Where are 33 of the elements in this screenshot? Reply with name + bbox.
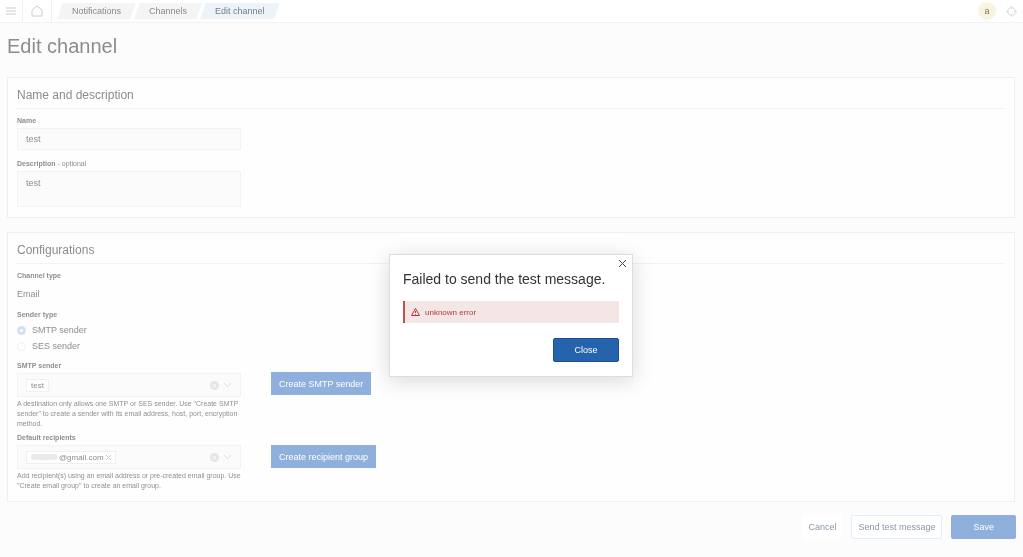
close-button[interactable]: Close [553,338,619,362]
radio-button[interactable] [17,325,26,335]
clear-icon[interactable] [210,380,219,390]
radio-label: SMTP sender [32,325,87,335]
create-recipient-group-button[interactable]: Create recipient group [271,445,377,469]
home-icon[interactable] [31,5,43,17]
footer-button[interactable]: Save [951,515,1016,539]
section-title: Name and description [17,88,1005,109]
footer-button[interactable]: Send test message [851,515,943,539]
breadcrumb-link[interactable]: Notifications [57,3,136,19]
user-avatar[interactable]: a [978,2,996,20]
channel-type-value: Email [17,289,40,299]
create-smtp-sender-button[interactable]: Create SMTP sender [271,372,372,395]
radio-label: SES sender [32,341,81,351]
breadcrumb-link[interactable]: Channels [134,3,202,19]
page-title: Edit channel [7,35,119,59]
warning-icon [411,308,420,316]
name-input-field[interactable]: test [17,128,241,150]
remove-icon[interactable] [105,454,111,460]
breadcrumb-link[interactable]: Edit channel [200,3,280,19]
dialog-title: Failed to send the test message. [403,271,607,287]
email-text: @gmail.com [59,452,104,462]
smtp-sender-select[interactable]: test [17,373,241,397]
radio-option[interactable]: SES sender [17,338,81,354]
error-text: unknown error [425,307,477,317]
clear-icon[interactable] [210,452,219,462]
description-input-field[interactable]: test [17,171,241,207]
recipients-select[interactable]: @gmail.com [17,445,241,470]
selected-chip: test [26,378,49,392]
chevron-down-icon[interactable] [223,382,232,388]
chevron-down-icon[interactable] [223,454,232,461]
menu-icon[interactable] [6,7,16,15]
radio-option[interactable]: SMTP sender [17,322,87,338]
